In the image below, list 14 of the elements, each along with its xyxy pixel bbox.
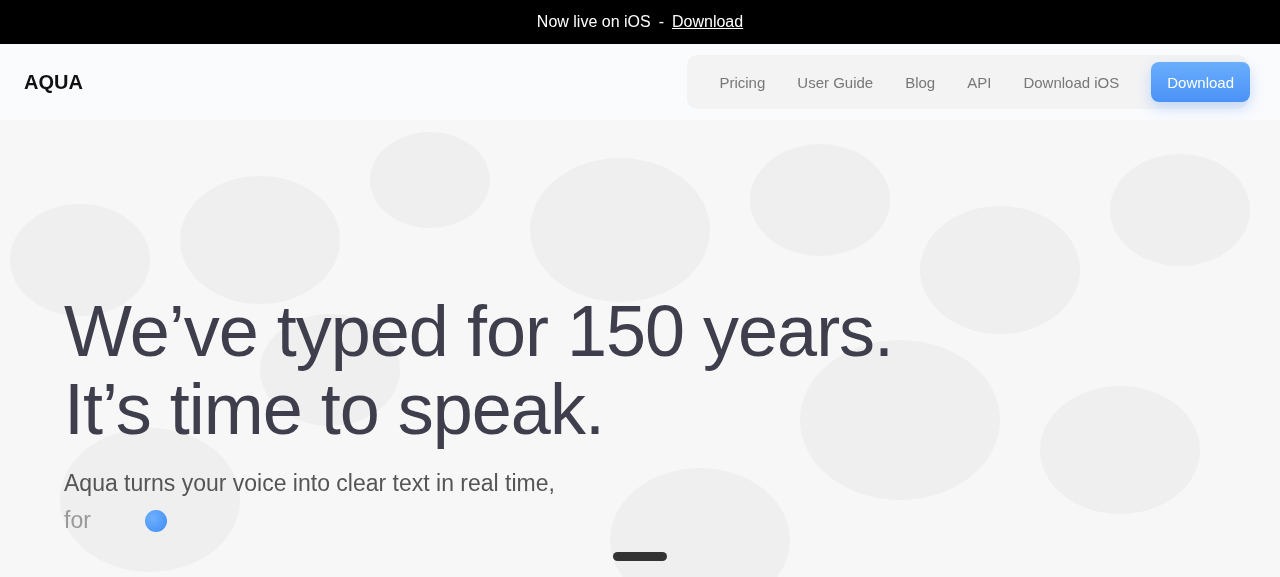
rotating-text: for: [64, 507, 91, 534]
subtitle: Aqua turns your voice into clear text in real time,: [64, 470, 556, 497]
nav-link[interactable]: API: [951, 73, 1008, 91]
announcement-text: Now live on iOS: [536, 13, 651, 31]
headline: We’ve typed for 150 years. It’s time to speak.: [64, 292, 895, 448]
nav-link[interactable]: Pricing: [703, 73, 782, 91]
download-link[interactable]: Download: [672, 13, 744, 31]
nav-link[interactable]: User Guide: [781, 73, 890, 91]
scroll-indicator: [613, 552, 667, 561]
nav-link[interactable]: Download iOS: [1007, 73, 1136, 91]
logo[interactable]: AQUA: [24, 70, 83, 94]
download-button[interactable]: Download: [1151, 62, 1250, 102]
separator: -: [658, 13, 664, 31]
nav-link[interactable]: Blog: [889, 73, 952, 91]
